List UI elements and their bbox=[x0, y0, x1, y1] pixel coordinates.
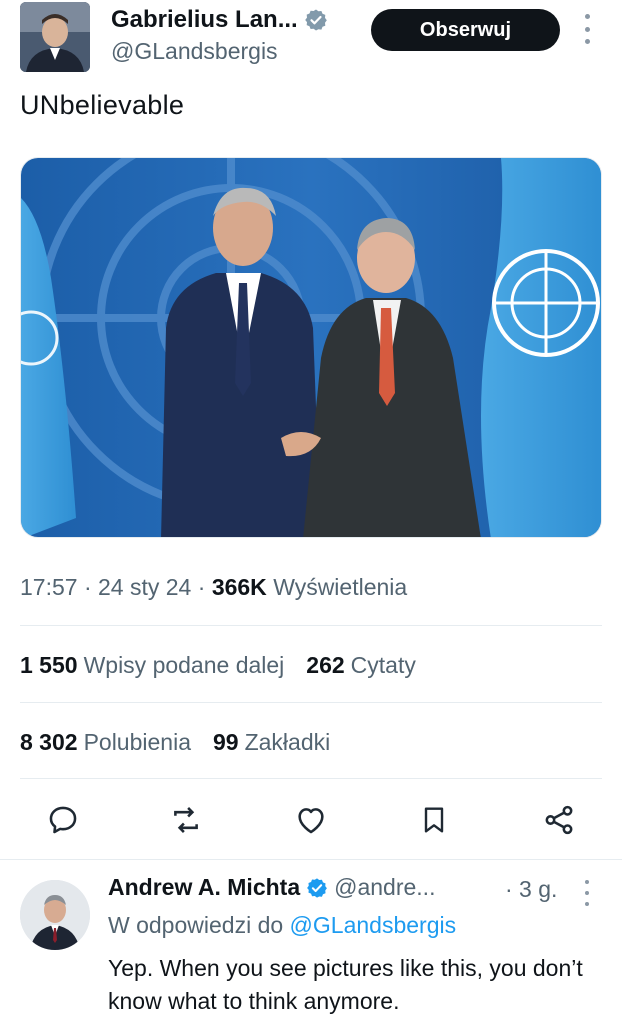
bookmarks-count: 99 bbox=[212, 729, 239, 755]
profile-photo-icon bbox=[20, 2, 90, 72]
reply-name-row[interactable]: Andrew A. Michta @andre... bbox=[108, 874, 435, 901]
reply-more-options-icon[interactable] bbox=[582, 880, 592, 906]
follow-button[interactable]: Obserwuj bbox=[371, 9, 560, 51]
retweets-stat[interactable]: 1 550 Wpisy podane dalej bbox=[20, 652, 284, 679]
like-button[interactable] bbox=[291, 800, 331, 840]
reply-author-avatar[interactable] bbox=[20, 880, 90, 950]
likes-label: Polubienia bbox=[83, 729, 191, 755]
action-bar bbox=[0, 800, 622, 844]
divider bbox=[20, 625, 602, 626]
retweet-icon bbox=[174, 807, 198, 833]
tweet-meta: 17:57 · 24 sty 24 · 366K Wyświetlenia bbox=[20, 574, 407, 601]
likes-stat[interactable]: 8 302 Polubienia bbox=[20, 729, 191, 756]
photo-un-handshake-icon bbox=[21, 158, 601, 537]
replying-to-prefix: W odpowiedzi do bbox=[108, 912, 284, 938]
quotes-stat[interactable]: 262 Cytaty bbox=[306, 652, 416, 679]
share-button[interactable] bbox=[539, 800, 579, 840]
quotes-count: 262 bbox=[306, 652, 345, 678]
verified-badge-icon bbox=[304, 9, 327, 31]
quotes-label: Cytaty bbox=[350, 652, 416, 678]
heart-icon bbox=[298, 808, 324, 834]
retweet-button[interactable] bbox=[166, 800, 206, 840]
section-divider bbox=[0, 859, 622, 860]
author-avatar[interactable] bbox=[20, 2, 90, 72]
reply-text: Yep. When you see pictures like this, yo… bbox=[108, 955, 583, 1014]
reply-time[interactable]: · 3 g. bbox=[505, 876, 557, 903]
author-name-row[interactable]: Gabrielius Lan... bbox=[111, 6, 328, 34]
stats-row-likes: 8 302 Polubienia 99 Zakładki bbox=[20, 729, 330, 756]
bookmark-icon bbox=[424, 807, 444, 833]
tweet-header: Gabrielius Lan... @GLandsbergis Obserwuj bbox=[0, 0, 622, 80]
verified-badge-icon bbox=[307, 877, 328, 898]
stats-row-shares: 1 550 Wpisy podane dalej 262 Cytaty bbox=[20, 652, 416, 679]
author-display-name[interactable]: Gabrielius Lan... bbox=[111, 6, 298, 34]
divider bbox=[20, 702, 602, 703]
more-options-icon[interactable] bbox=[580, 14, 594, 44]
retweets-count: 1 550 bbox=[20, 652, 78, 678]
reply-display-name[interactable]: Andrew A. Michta bbox=[108, 874, 300, 901]
bookmarks-stat[interactable]: 99 Zakładki bbox=[213, 729, 330, 756]
reply-handle[interactable]: @andre... bbox=[334, 874, 435, 901]
views-label: Wyświetlenia bbox=[273, 574, 408, 600]
tweet-text: UNbelievable bbox=[20, 90, 185, 120]
meta-separator-2: · bbox=[197, 574, 206, 600]
tweet-time[interactable]: 17:57 bbox=[20, 574, 78, 600]
views-count: 366K bbox=[211, 574, 267, 600]
reply-button[interactable] bbox=[43, 800, 83, 840]
tweet-date[interactable]: 24 sty 24 bbox=[98, 574, 191, 600]
bookmark-button[interactable] bbox=[414, 800, 454, 840]
reply-profile-photo-icon bbox=[20, 880, 90, 950]
retweets-label: Wpisy podane dalej bbox=[83, 652, 285, 678]
replying-to-link[interactable]: @GLandsbergis bbox=[290, 912, 457, 938]
comment-icon bbox=[49, 806, 77, 834]
divider bbox=[20, 778, 602, 779]
likes-count: 8 302 bbox=[20, 729, 78, 755]
tweet-media[interactable] bbox=[20, 157, 602, 538]
bookmarks-label: Zakładki bbox=[244, 729, 331, 755]
meta-separator: · bbox=[83, 574, 92, 600]
replying-to: W odpowiedzi do @GLandsbergis bbox=[108, 912, 456, 939]
share-icon bbox=[545, 805, 573, 835]
author-handle[interactable]: @GLandsbergis bbox=[111, 38, 278, 65]
